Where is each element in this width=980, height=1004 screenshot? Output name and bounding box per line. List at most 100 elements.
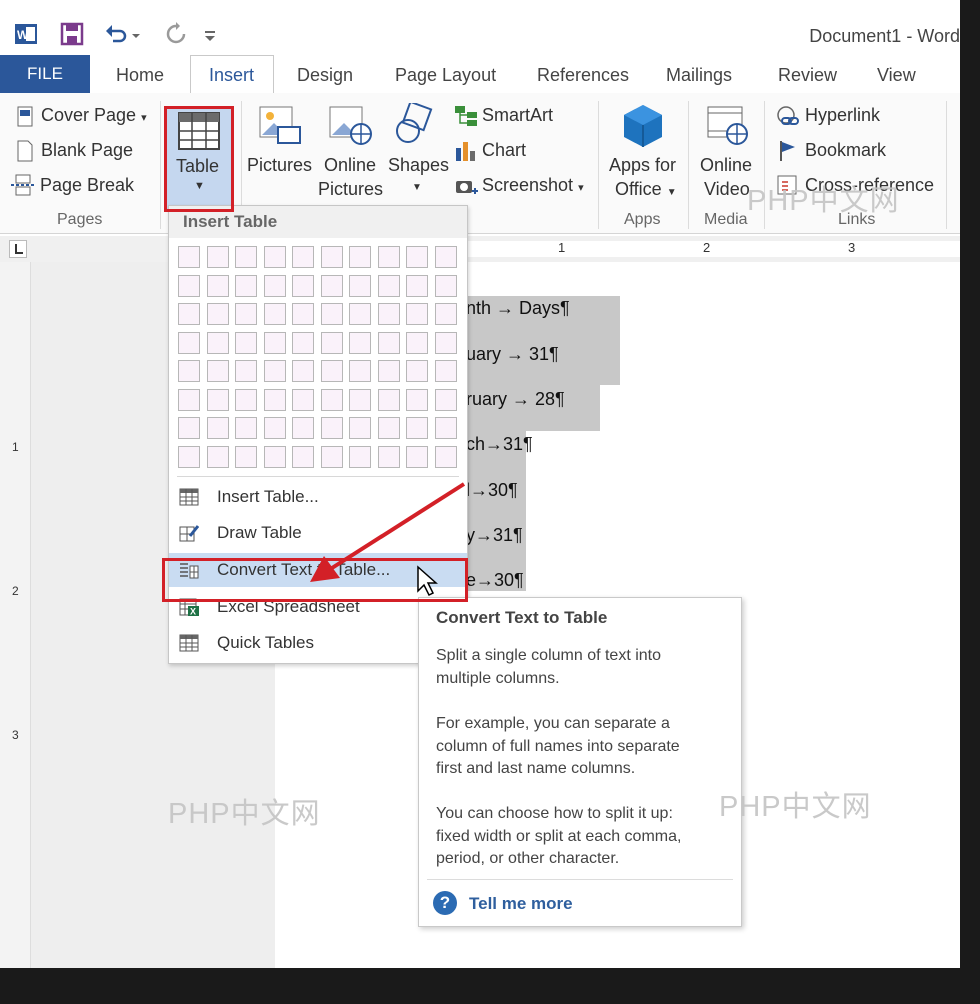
table-grid-cell[interactable] — [206, 360, 229, 382]
table-grid-cell[interactable] — [377, 388, 400, 411]
table-grid-cell[interactable] — [320, 246, 343, 268]
table-grid-cell[interactable] — [406, 388, 428, 411]
table-grid-cell[interactable] — [178, 360, 200, 382]
table-grid-cell[interactable] — [178, 274, 200, 297]
online-video-button[interactable]: Online — [700, 155, 752, 176]
table-grid-cell[interactable] — [320, 388, 343, 411]
table-grid-cell[interactable] — [235, 445, 257, 468]
table-grid-cell[interactable] — [263, 274, 286, 297]
table-grid-cell[interactable] — [263, 303, 286, 325]
apps-for-office-button[interactable]: Apps for — [609, 155, 676, 176]
table-grid-cell[interactable] — [263, 331, 286, 354]
tab-view[interactable]: View — [877, 65, 916, 86]
table-grid-cell[interactable] — [292, 303, 314, 325]
table-grid-cell[interactable] — [320, 303, 343, 325]
table-grid-cell[interactable] — [292, 445, 314, 468]
table-grid-cell[interactable] — [320, 331, 343, 354]
tell-me-more-link[interactable]: Tell me more — [469, 894, 573, 914]
table-grid-cell[interactable] — [406, 274, 428, 297]
table-grid-cell[interactable] — [434, 388, 457, 411]
table-grid-cell[interactable] — [263, 360, 286, 382]
table-grid-cell[interactable] — [292, 388, 314, 411]
table-grid-cell[interactable] — [377, 246, 400, 268]
pictures-button[interactable]: Pictures — [247, 155, 312, 176]
tab-mailings[interactable]: Mailings — [666, 65, 732, 86]
table-grid-cell[interactable] — [292, 246, 314, 268]
bookmark-button[interactable]: Bookmark — [805, 140, 886, 161]
table-grid-cell[interactable] — [263, 388, 286, 411]
undo-icon[interactable] — [104, 22, 128, 46]
table-grid-cell[interactable] — [349, 388, 371, 411]
table-grid-cell[interactable] — [320, 417, 343, 439]
table-grid-cell[interactable] — [349, 246, 371, 268]
table-grid-cell[interactable] — [406, 417, 428, 439]
blank-page-button[interactable]: Blank Page — [41, 140, 133, 161]
table-grid-cell[interactable] — [206, 246, 229, 268]
table-grid-cell[interactable] — [406, 331, 428, 354]
table-grid-cell[interactable] — [434, 274, 457, 297]
tab-insert[interactable]: Insert — [209, 65, 254, 86]
table-grid-cell[interactable] — [434, 331, 457, 354]
table-grid-cell[interactable] — [178, 417, 200, 439]
table-grid-cell[interactable] — [206, 274, 229, 297]
table-grid-cell[interactable] — [434, 303, 457, 325]
table-grid-cell[interactable] — [263, 417, 286, 439]
table-grid-cell[interactable] — [206, 331, 229, 354]
smartart-button[interactable]: SmartArt — [482, 105, 553, 126]
horizontal-ruler[interactable]: 1 2 3 — [0, 236, 960, 263]
table-grid-cell[interactable] — [235, 274, 257, 297]
table-grid-cell[interactable] — [235, 388, 257, 411]
table-grid-cell[interactable] — [349, 303, 371, 325]
table-grid-cell[interactable] — [235, 360, 257, 382]
table-grid-cell[interactable] — [235, 417, 257, 439]
table-grid-cell[interactable] — [434, 417, 457, 439]
table-grid-cell[interactable] — [377, 303, 400, 325]
table-grid-cell[interactable] — [349, 331, 371, 354]
page-break-button[interactable]: Page Break — [40, 175, 134, 196]
undo-dropdown-icon[interactable] — [130, 22, 142, 46]
table-grid-cell[interactable] — [320, 445, 343, 468]
table-size-grid[interactable] — [169, 206, 467, 476]
shapes-button[interactable]: Shapes — [388, 155, 449, 176]
table-grid-cell[interactable] — [434, 246, 457, 268]
table-grid-cell[interactable] — [206, 445, 229, 468]
table-grid-cell[interactable] — [235, 303, 257, 325]
chart-button[interactable]: Chart — [482, 140, 526, 161]
table-grid-cell[interactable] — [406, 445, 428, 468]
tab-page-layout[interactable]: Page Layout — [395, 65, 496, 86]
table-grid-cell[interactable] — [178, 303, 200, 325]
table-grid-cell[interactable] — [406, 246, 428, 268]
table-grid-cell[interactable] — [178, 246, 200, 268]
table-grid-cell[interactable] — [349, 417, 371, 439]
table-grid-cell[interactable] — [292, 331, 314, 354]
tab-review[interactable]: Review — [778, 65, 837, 86]
screenshot-button[interactable]: Screenshot ▾ — [482, 175, 584, 196]
table-grid-cell[interactable] — [320, 360, 343, 382]
tab-file[interactable]: FILE — [0, 55, 90, 93]
table-grid-cell[interactable] — [235, 331, 257, 354]
tab-design[interactable]: Design — [297, 65, 353, 86]
table-grid-cell[interactable] — [178, 331, 200, 354]
table-grid-cell[interactable] — [434, 360, 457, 382]
redo-icon[interactable] — [164, 22, 188, 46]
table-grid-cell[interactable] — [263, 246, 286, 268]
tab-home[interactable]: Home — [116, 65, 164, 86]
tab-selector-button[interactable] — [9, 240, 27, 258]
table-grid-cell[interactable] — [349, 445, 371, 468]
cover-page-button[interactable]: Cover Page ▾ — [41, 105, 147, 126]
table-grid-cell[interactable] — [178, 445, 200, 468]
tab-references[interactable]: References — [537, 65, 629, 86]
table-grid-cell[interactable] — [406, 360, 428, 382]
table-grid-cell[interactable] — [377, 445, 400, 468]
table-grid-cell[interactable] — [320, 274, 343, 297]
online-pictures-button[interactable]: Online — [324, 155, 376, 176]
save-icon[interactable] — [60, 22, 84, 46]
table-grid-cell[interactable] — [349, 360, 371, 382]
table-grid-cell[interactable] — [206, 417, 229, 439]
table-grid-cell[interactable] — [377, 417, 400, 439]
table-grid-cell[interactable] — [377, 360, 400, 382]
vertical-ruler[interactable]: 1 2 3 — [0, 262, 31, 968]
customize-qat-icon[interactable] — [202, 22, 218, 46]
table-grid-cell[interactable] — [178, 388, 200, 411]
hyperlink-button[interactable]: Hyperlink — [805, 105, 880, 126]
